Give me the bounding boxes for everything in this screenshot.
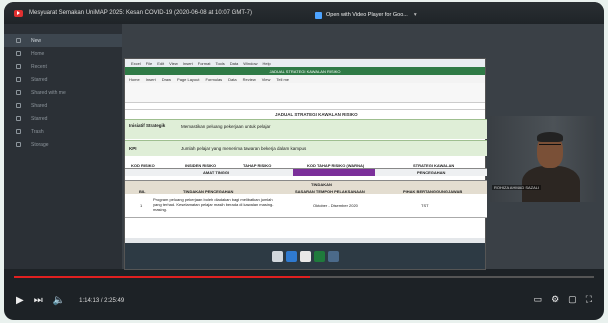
fullscreen-icon[interactable]: ⛶: [586, 294, 592, 305]
row-tindakan: Program peluang pekerjaan boleh diadakan…: [153, 197, 274, 212]
inisiatif-label: Inisiatif Strategik: [129, 123, 166, 128]
tindakan-top-header: TINDAKAN: [311, 182, 332, 187]
tab-review[interactable]: Review: [243, 77, 256, 82]
video-title: Mesyuarat Semakan UniMAP 2025: Kesan COV…: [29, 10, 252, 16]
menu-tools[interactable]: Tools: [215, 61, 224, 66]
risk-header-row: KOD RISIKO INSIDEN RISIKO TAHAP RISIKO K…: [125, 162, 487, 169]
sidebar-item-home[interactable]: Home: [4, 47, 122, 60]
cloud-icon: [16, 142, 21, 147]
sidebar-item-trash[interactable]: Trash: [4, 125, 122, 138]
chevron-down-icon[interactable]: ▾: [414, 12, 417, 18]
risk-color-cell: [293, 169, 375, 176]
sheet-title: JADUAL STRATEGI KAWALAN RISIKO: [275, 112, 358, 117]
excel-title-bar: JADUAL STRATEGI KAWALAN RISIKO: [125, 67, 485, 75]
ribbon-toolbar[interactable]: [125, 83, 485, 103]
finder-icon[interactable]: [271, 250, 283, 262]
sidebar-item-storage[interactable]: Storage: [4, 138, 122, 151]
plus-icon: [16, 38, 21, 43]
tahap-value: AMAT TINGGI: [203, 170, 230, 175]
menu-help[interactable]: Help: [262, 61, 270, 66]
kpi-row: KPI Jumlah pelajar yang menerima tawaran…: [125, 140, 487, 156]
menu-data[interactable]: Data: [230, 61, 238, 66]
excel-icon[interactable]: [313, 250, 325, 262]
time-display: 1:14:13 / 2:25:49: [79, 298, 125, 304]
sidebar-item-shared-with-me[interactable]: Shared with me: [4, 86, 122, 99]
star-icon: [16, 116, 21, 121]
tab-draw[interactable]: Draw: [162, 77, 171, 82]
tab-view[interactable]: View: [262, 77, 271, 82]
row-pihak: TST: [421, 203, 429, 208]
dock: [125, 243, 485, 269]
youtube-icon: [14, 9, 23, 17]
browser-icon[interactable]: [285, 250, 297, 262]
captions-icon[interactable]: ▭: [534, 294, 543, 305]
drive-sidebar: New Home Recent Starred Shared with me S…: [4, 24, 122, 269]
row-bil: 1: [140, 203, 143, 208]
menu-window[interactable]: Window: [243, 61, 257, 66]
progress-bar[interactable]: [14, 276, 594, 278]
progress-played: [14, 276, 310, 278]
menu-excel[interactable]: Excel: [131, 61, 141, 66]
tab-data[interactable]: Data: [228, 77, 236, 82]
tab-formulas[interactable]: Formulas: [206, 77, 223, 82]
inisiatif-row: Inisiatif Strategik Memastikan peluang p…: [125, 119, 487, 139]
ribbon-tabs: Home Insert Draw Page Layout Formulas Da…: [125, 75, 485, 83]
star-icon: [16, 77, 21, 82]
sidebar-item-starred-2[interactable]: Starred: [4, 112, 122, 125]
player-controls: ▶ ⏭ 🔈 1:14:13 / 2:25:49 ▭ ⚙ ▢ ⛶: [4, 282, 604, 320]
home-icon: [16, 51, 21, 56]
kpi-label: KPI: [129, 146, 137, 151]
app-icon[interactable]: [327, 250, 339, 262]
speaker-name: ROHIZA AHMAD SAZALI: [492, 185, 542, 190]
menu-view[interactable]: View: [169, 61, 178, 66]
video-player: Mesyuarat Semakan UniMAP 2025: Kesan COV…: [4, 2, 604, 320]
menu-file[interactable]: File: [146, 61, 152, 66]
share-icon: [16, 103, 21, 108]
chrome-icon[interactable]: [299, 250, 311, 262]
player-top-bar: Mesyuarat Semakan UniMAP 2025: Kesan COV…: [4, 2, 604, 24]
right-controls: ▭ ⚙ ▢ ⛶: [534, 294, 592, 305]
open-with-button[interactable]: Open with Video Player for Goo... ▾: [315, 9, 417, 21]
video-player-icon: [315, 11, 322, 19]
next-icon[interactable]: ⏭: [34, 296, 43, 306]
kod-risiko-header: KOD RISIKO: [131, 163, 155, 168]
volume-icon[interactable]: 🔈: [53, 296, 65, 306]
insiden-risiko-header: INSIDEN RISIKO: [185, 163, 217, 168]
trash-icon: [16, 129, 21, 134]
kod-tahap-header: KOD TAHAP RISIKO (WARNA): [307, 163, 365, 168]
strategi-value: PENCEGAHAN: [417, 170, 446, 175]
speaker-body: [522, 166, 580, 202]
tab-home[interactable]: Home: [129, 77, 140, 82]
tab-insert[interactable]: Insert: [146, 77, 156, 82]
sidebar-item-recent[interactable]: Recent: [4, 60, 122, 73]
sidebar-item-shared[interactable]: Shared: [4, 99, 122, 112]
theater-icon[interactable]: ▢: [568, 294, 577, 305]
settings-icon[interactable]: ⚙: [551, 294, 559, 305]
kpi-value: Jumlah pelajar yang menerima tawaran bek…: [181, 146, 307, 151]
people-icon: [16, 90, 21, 95]
inisiatif-value: Memastikan peluang pekerjaan untuk pelaj…: [181, 124, 271, 129]
formula-bar[interactable]: [125, 103, 485, 110]
menu-insert[interactable]: Insert: [183, 61, 193, 66]
excel-window: Excel File Edit View Insert Format Tools…: [124, 58, 487, 270]
table-row: 1 Program peluang pekerjaan boleh diadak…: [125, 194, 487, 218]
speaker-video: ROHIZA AHMAD SAZALI: [490, 116, 596, 202]
open-with-label: Open with Video Player for Goo...: [326, 12, 408, 18]
menu-edit[interactable]: Edit: [157, 61, 164, 66]
menu-format[interactable]: Format: [198, 61, 211, 66]
strategi-header: STRATEGI KAWALAN: [413, 163, 455, 168]
mac-menu-bar: Excel File Edit View Insert Format Tools…: [125, 59, 485, 67]
sidebar-item-new[interactable]: New: [4, 34, 122, 47]
sidebar-item-starred[interactable]: Starred: [4, 73, 122, 86]
action-table-header: BIL TINDAKAN PENCEGAHAN TINDAKAN SASARAN…: [125, 180, 487, 194]
tab-tell-me[interactable]: Tell me: [276, 77, 289, 82]
worksheet[interactable]: JADUAL STRATEGI KAWALAN RISIKO Inisiatif…: [125, 110, 487, 238]
tab-page-layout[interactable]: Page Layout: [177, 77, 199, 82]
tahap-risiko-header: TAHAP RISIKO: [243, 163, 272, 168]
play-icon[interactable]: ▶: [16, 296, 24, 306]
clock-icon: [16, 64, 21, 69]
row-sasaran: Oktober - Disember 2020: [313, 203, 358, 208]
